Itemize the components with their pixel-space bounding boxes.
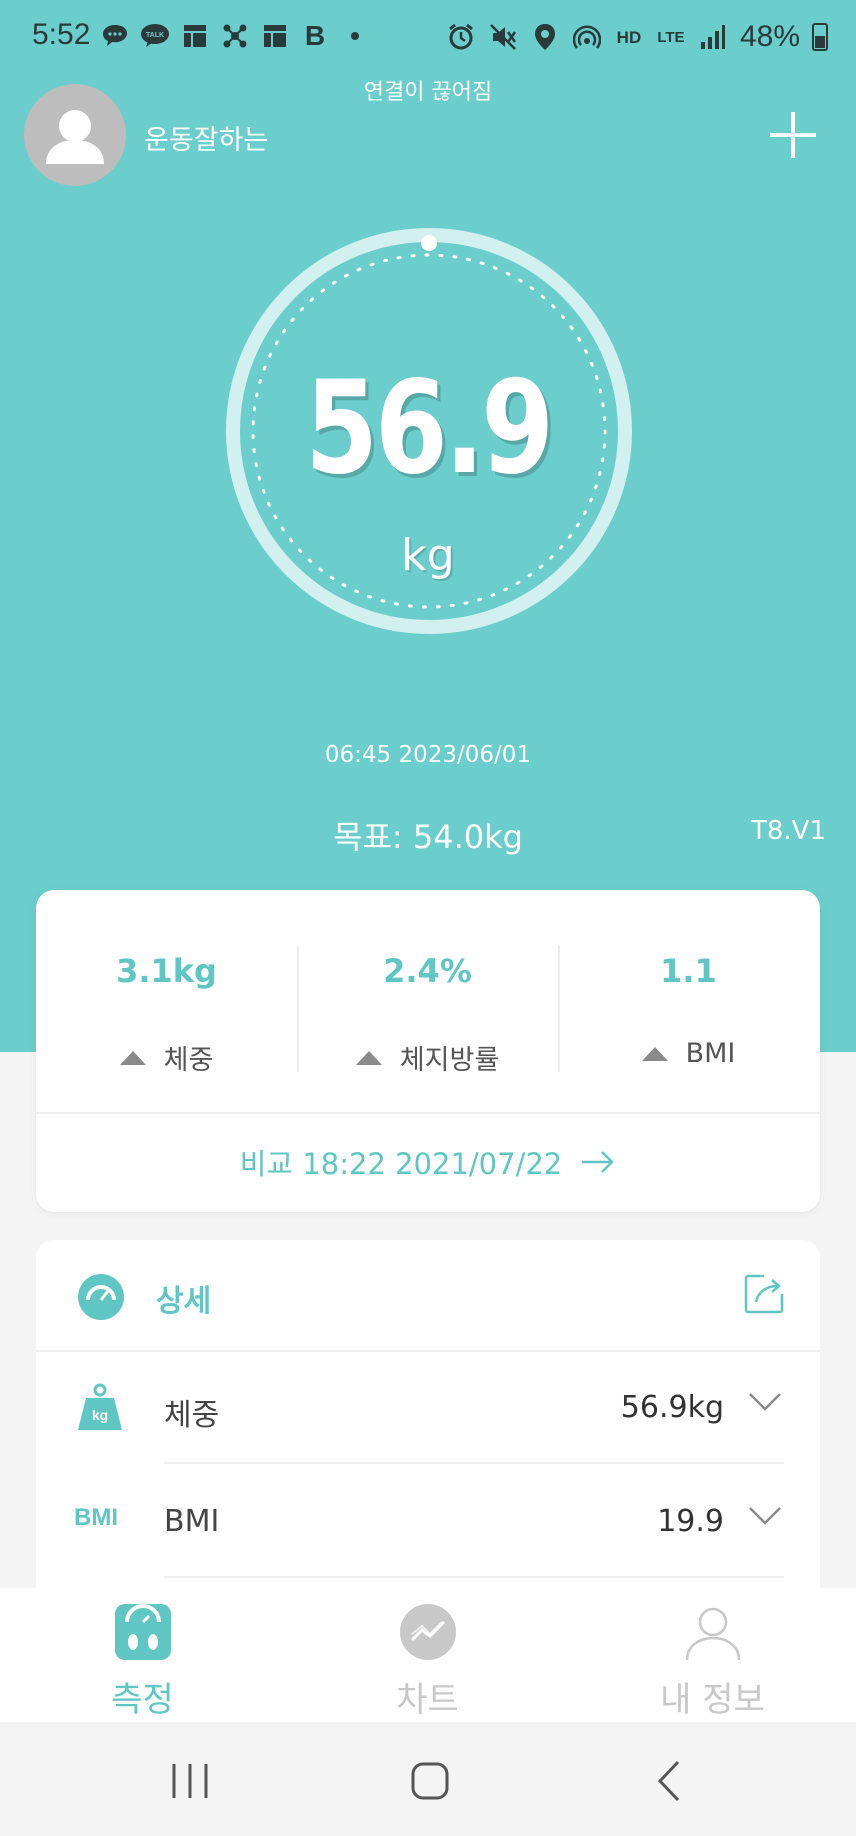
status-bar: 5:52 TALK B HD LTE 48% [0,0,856,76]
triangle-up-icon [119,1050,146,1065]
home-icon[interactable] [400,1756,460,1806]
connection-status: 연결이 끊어짐 [363,80,493,105]
kakaotalk-label: TALK [146,32,164,39]
scale-icon [114,1604,171,1660]
news-icon [180,22,210,50]
add-user-button[interactable] [764,106,822,164]
chart-icon [399,1604,456,1660]
notification-icons: TALK B [100,20,370,51]
bmi-icon-label: BMI [74,1504,118,1531]
stat-bmi: 1.1 BMI [558,890,819,1078]
compare-link[interactable]: 비교 18:22 2021/07/22 [36,1112,820,1212]
goal-weight[interactable]: 목표: 54.0kg [0,812,856,858]
username[interactable]: 운동잘하는 [144,118,268,157]
row-label: BMI [164,1504,220,1539]
lte-label: LTE [657,28,685,46]
weight-unit: kg [401,530,455,581]
detail-row-bmi[interactable]: BMI BMI 19.9 [36,1464,820,1578]
divider [36,1350,820,1352]
share-button[interactable] [742,1272,786,1316]
battery-percent: 48% [739,20,800,53]
tab-label: 내 정보 [660,1680,765,1720]
kakaotalk-icon: TALK [140,22,170,50]
recent-apps-icon[interactable] [160,1756,220,1806]
measurement-time: 06:45 2023/06/01 [324,742,532,768]
bmi-icon: BMI [74,1504,118,1532]
profile-icon [685,1607,740,1661]
chevron-down-icon [749,1393,781,1411]
stat-value: 2.4% [383,952,472,990]
stat-body-fat: 2.4% 체지방률 [297,890,558,1078]
version-label: T8.V1 [750,816,826,846]
compare-text: 비교 18:22 2021/07/22 [239,1147,563,1181]
hd-voice-icon: HD [614,22,644,52]
person-icon [46,110,104,164]
detail-row-weight[interactable]: kg 체중 56.9kg [36,1350,820,1464]
news-icon [260,22,290,50]
lte-icon: LTE [656,22,686,52]
location-icon [530,22,560,52]
status-time: 5:52 [32,18,91,51]
kg-icon-label: kg [92,1407,108,1423]
network-icon [220,22,250,50]
detail-title: 상세 [156,1284,212,1319]
stat-label-text: 체중 [163,1045,214,1076]
triangle-up-icon [641,1046,668,1061]
dot-icon [340,22,370,50]
row-value: 19.9 [657,1504,724,1539]
share-icon [744,1274,784,1314]
chat-icon [100,22,130,50]
avatar[interactable] [24,84,126,186]
b-app-label: B [304,20,326,51]
stat-value: 1.1 [660,952,717,990]
comparison-card: 3.1kg 체중 2.4% 체지방률 1.1 BMI 비교 18:22 2021… [36,890,820,1212]
hd-label: HD [616,27,642,47]
stat-label-text: 체지방률 [399,1045,500,1076]
navigation-bar [0,1722,856,1836]
tab-chart[interactable]: 차트 [285,1588,570,1722]
chevron-down-icon [749,1507,781,1525]
stat-label: BMI [558,1038,819,1069]
tab-my-info[interactable]: 내 정보 [570,1588,855,1722]
tab-label: 측정 [111,1680,174,1720]
system-icons: HD LTE 48% [446,20,828,54]
tab-bar: 측정 차트 내 정보 [0,1588,856,1722]
weight-value: 56.9 [305,354,554,503]
row-value: 56.9kg [620,1390,724,1425]
stat-label: 체중 [36,1038,297,1077]
b-app-icon: B [300,20,330,51]
battery-icon [812,23,828,51]
kg-weight-icon: kg [76,1382,124,1436]
stat-weight: 3.1kg 체중 [36,890,297,1078]
divider [164,1576,784,1578]
triangle-up-icon [355,1050,382,1065]
hotspot-icon [572,22,602,52]
mute-icon [488,22,518,52]
signal-icon [698,22,728,52]
back-icon[interactable] [640,1756,700,1806]
tab-label: 차트 [396,1680,459,1720]
alarm-icon [446,22,476,52]
plus-icon [770,112,816,158]
tab-measure[interactable]: 측정 [0,1588,285,1722]
stat-value: 3.1kg [116,952,217,990]
arrow-right-icon [582,1151,615,1173]
row-label: 체중 [164,1398,220,1433]
stat-label: 체지방률 [297,1038,558,1077]
gauge-icon [78,1274,124,1320]
stat-label-text: BMI [685,1038,736,1069]
